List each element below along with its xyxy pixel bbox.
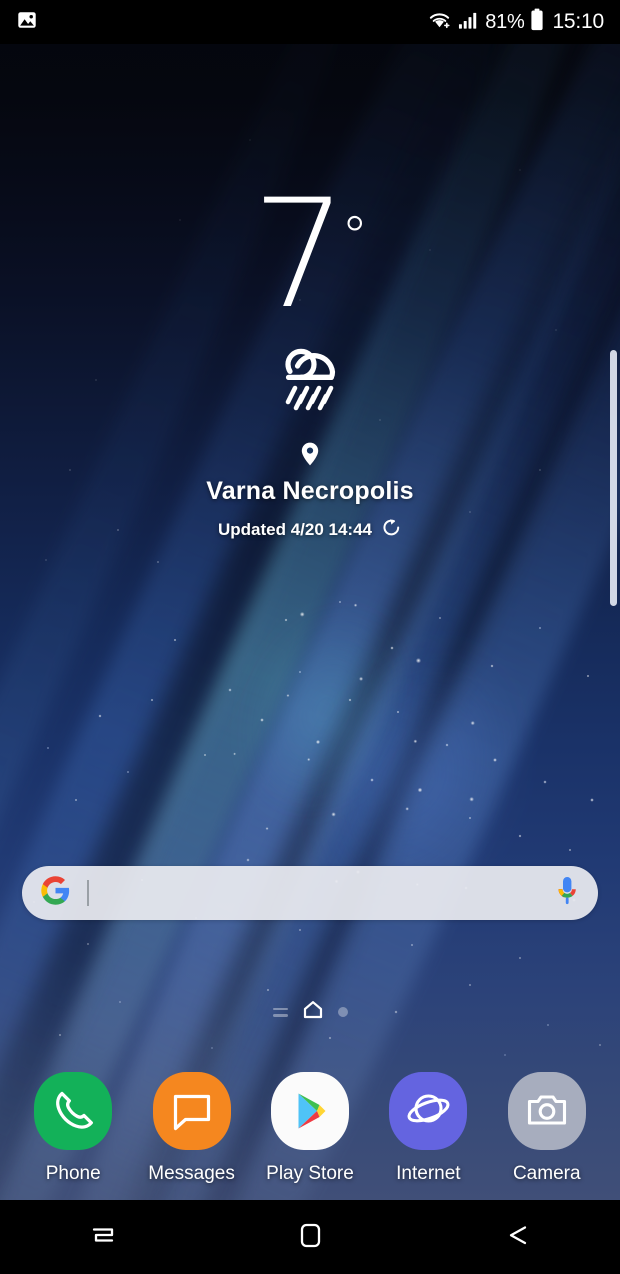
back-arrow-icon — [498, 1218, 536, 1257]
phone-handset-icon — [34, 1072, 113, 1150]
status-bar[interactable]: 81% 15:10 — [0, 0, 620, 44]
navigation-bar — [0, 1200, 620, 1274]
camera-icon — [507, 1072, 586, 1150]
recents-icon — [86, 1218, 120, 1257]
dock-app-play-store[interactable]: Play Store — [256, 1040, 364, 1185]
dock-app-label: Play Store — [266, 1163, 354, 1184]
dock: Phone Messages Play Store Internet Camer… — [0, 1040, 620, 1200]
refresh-icon[interactable] — [381, 517, 402, 543]
dock-app-internet[interactable]: Internet — [374, 1040, 482, 1185]
home-screen: 81% 15:10 7° Varna Necropolis Updated 4/… — [0, 0, 620, 1274]
dock-app-label: Phone — [45, 1163, 101, 1184]
google-microphone-icon[interactable] — [554, 874, 580, 913]
battery-icon — [530, 8, 544, 36]
planet-saturn-icon — [389, 1072, 468, 1150]
gallery-image-icon — [16, 9, 38, 36]
page-indicator-home-icon[interactable] — [303, 1000, 323, 1024]
battery-percent-label: 81% — [485, 10, 525, 33]
dock-app-phone[interactable]: Phone — [19, 1040, 127, 1185]
recents-button[interactable] — [0, 1200, 207, 1274]
speech-bubble-icon — [152, 1072, 231, 1150]
dock-app-label: Internet — [396, 1163, 461, 1184]
dock-app-label: Camera — [512, 1163, 581, 1184]
google-g-logo — [40, 875, 71, 911]
cellular-signal-icon — [458, 10, 479, 35]
weather-city-label: Varna Necropolis — [206, 477, 414, 505]
temperature-value: 7 — [251, 168, 347, 342]
dock-app-camera[interactable]: Camera — [493, 1040, 601, 1185]
dock-app-messages[interactable]: Messages — [138, 1040, 246, 1185]
home-button[interactable] — [207, 1200, 414, 1274]
weather-widget[interactable]: 7° Varna Necropolis Updated 4/20 14:44 — [0, 44, 620, 543]
google-search-bar[interactable] — [22, 866, 598, 920]
weather-temperature: 7° — [252, 162, 368, 330]
wifi-plus-icon — [427, 9, 452, 36]
weather-updated-label: Updated 4/20 14:44 — [217, 520, 372, 539]
page-scroll-indicator[interactable] — [610, 350, 617, 606]
location-pin-icon — [0, 441, 620, 472]
search-input[interactable] — [71, 866, 554, 920]
rain-cloud-icon — [0, 338, 620, 427]
page-indicator — [0, 1000, 620, 1024]
play-store-icon — [270, 1072, 349, 1150]
page-indicator-bixby-icon[interactable] — [272, 1007, 288, 1017]
status-bar-clock: 15:10 — [552, 10, 604, 33]
weather-updated-row: Updated 4/20 14:44 — [0, 517, 620, 543]
home-square-icon — [293, 1217, 327, 1258]
page-indicator-dot[interactable] — [337, 1007, 348, 1017]
degree-symbol: ° — [341, 205, 369, 268]
search-text-cursor — [87, 880, 89, 906]
dock-app-label: Messages — [148, 1163, 235, 1184]
back-button[interactable] — [413, 1200, 620, 1274]
